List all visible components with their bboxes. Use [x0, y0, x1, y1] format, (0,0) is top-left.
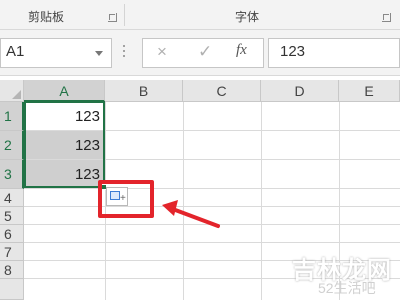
row-header-3[interactable]: 3 — [0, 160, 24, 189]
row-header-5[interactable]: 5 — [0, 207, 24, 225]
selection-border — [24, 101, 105, 188]
annotation-highlight-box — [98, 180, 154, 218]
clipboard-dialog-launcher-icon[interactable] — [108, 13, 117, 22]
watermark-subtext: 52生活吧 — [318, 280, 376, 296]
ribbon-separator — [124, 4, 125, 26]
row-header-8[interactable]: 8 — [0, 261, 24, 279]
name-box-value: A1 — [6, 43, 25, 60]
name-box-dropdown-icon[interactable] — [95, 51, 103, 56]
formula-input-value: 123 — [280, 43, 306, 60]
font-group-label: 字体 — [235, 10, 260, 24]
formula-bar-resize-handle[interactable] — [122, 45, 126, 61]
row-header-6[interactable]: 6 — [0, 225, 24, 243]
clipboard-group-label: 剪贴板 — [28, 10, 65, 24]
row-header-2[interactable]: 2 — [0, 131, 24, 160]
column-header-b[interactable]: B — [105, 80, 183, 102]
column-header-c[interactable]: C — [183, 80, 261, 102]
row-header-9[interactable] — [0, 279, 24, 300]
row-header-1[interactable]: 1 — [0, 102, 24, 131]
row-header-4[interactable]: 4 — [0, 189, 24, 207]
cancel-icon[interactable]: × — [157, 42, 167, 62]
column-header-d[interactable]: D — [261, 80, 339, 102]
insert-function-icon[interactable]: fx — [236, 42, 247, 59]
row-header-7[interactable]: 7 — [0, 243, 24, 261]
enter-icon[interactable]: ✓ — [198, 42, 212, 62]
font-dialog-launcher-icon[interactable] — [382, 13, 391, 22]
column-header-e[interactable]: E — [339, 80, 400, 102]
column-header-a[interactable]: A — [24, 80, 105, 102]
annotation-arrow-icon — [162, 200, 220, 228]
select-all-button[interactable] — [0, 80, 24, 102]
